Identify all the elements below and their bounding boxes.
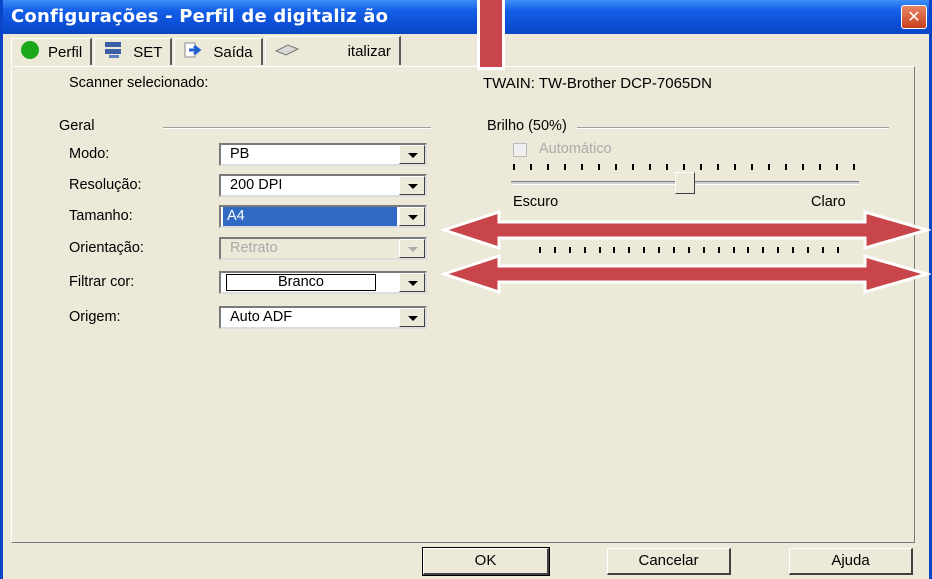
- ok-button[interactable]: OK: [422, 547, 550, 576]
- arrow-right-icon: [183, 40, 205, 64]
- close-button[interactable]: ✕: [901, 5, 927, 29]
- resolucao-select[interactable]: 200 DPI: [219, 174, 427, 197]
- green-circle-icon: [20, 40, 40, 64]
- window-title: Configurações - Perfil de digitaliz ão: [11, 6, 389, 27]
- automatico-checkbox[interactable]: [513, 143, 527, 157]
- geral-group-title: Geral: [59, 118, 95, 134]
- geral-divider: [163, 127, 431, 129]
- modo-select[interactable]: PB: [219, 143, 427, 166]
- brilho-divider: [577, 127, 889, 129]
- tamanho-select[interactable]: A4: [219, 205, 427, 228]
- brilho-slider-thumb[interactable]: [675, 172, 695, 194]
- filtrar-cor-select[interactable]: Branco: [219, 271, 427, 294]
- tab-panel: [11, 66, 915, 543]
- cancel-button[interactable]: Cancelar: [607, 548, 731, 575]
- orientacao-label: Orientação:: [69, 240, 144, 256]
- filtrar-cor-value: Branco: [226, 274, 376, 291]
- brilho-group-title: Brilho (50%): [487, 118, 567, 134]
- resolucao-label: Resolução:: [69, 177, 142, 193]
- modo-value: PB: [230, 146, 250, 162]
- network-icon: [103, 40, 125, 64]
- tab-perfil[interactable]: Perfil: [11, 38, 93, 65]
- orientacao-value: Retrato: [230, 240, 278, 256]
- modo-label: Modo:: [69, 146, 110, 162]
- help-button[interactable]: Ajuda: [789, 548, 913, 575]
- tamanho-label: Tamanho:: [69, 208, 133, 224]
- orientacao-select: Retrato: [219, 237, 427, 260]
- chevron-down-icon[interactable]: [399, 207, 425, 226]
- origem-label: Origem:: [69, 309, 121, 325]
- settings-window: Configurações - Perfil de digitaliz ão ✕…: [0, 0, 932, 579]
- annotation-arrows: [441, 210, 931, 295]
- tab-perfil-label: Perfil: [48, 43, 83, 61]
- scanner-label: Scanner selecionado:: [69, 75, 209, 91]
- scanner-icon: [274, 39, 300, 63]
- annotation-bar: [477, 0, 505, 70]
- tab-digitalizar-label: italizar: [347, 42, 391, 60]
- origem-value: Auto ADF: [230, 309, 293, 325]
- escuro-label: Escuro: [513, 194, 559, 210]
- tab-saida[interactable]: Saída: [174, 38, 263, 65]
- automatico-label: Automático: [539, 141, 612, 157]
- scanner-value: TWAIN: TW-Brother DCP-7065DN: [483, 75, 712, 92]
- tab-strip: Perfil SET Saída italizar: [11, 36, 403, 66]
- title-bar: Configurações - Perfil de digitaliz ão ✕: [3, 0, 929, 34]
- brilho-slider-ticks: [513, 164, 855, 170]
- chevron-down-icon[interactable]: [399, 308, 425, 327]
- resolucao-value: 200 DPI: [230, 177, 283, 193]
- chevron-down-icon[interactable]: [399, 273, 425, 292]
- close-icon: ✕: [907, 7, 921, 26]
- tamanho-value: A4: [223, 207, 397, 226]
- origem-select[interactable]: Auto ADF: [219, 306, 427, 329]
- filtrar-cor-label: Filtrar cor:: [69, 274, 135, 290]
- chevron-down-icon: [399, 239, 425, 258]
- tab-saida-label: Saída: [213, 43, 253, 61]
- tab-set[interactable]: SET: [94, 38, 173, 65]
- chevron-down-icon[interactable]: [399, 176, 425, 195]
- claro-label: Claro: [811, 194, 846, 210]
- tab-set-label: SET: [133, 43, 163, 61]
- chevron-down-icon[interactable]: [399, 145, 425, 164]
- tab-digitalizar[interactable]: italizar: [264, 36, 401, 65]
